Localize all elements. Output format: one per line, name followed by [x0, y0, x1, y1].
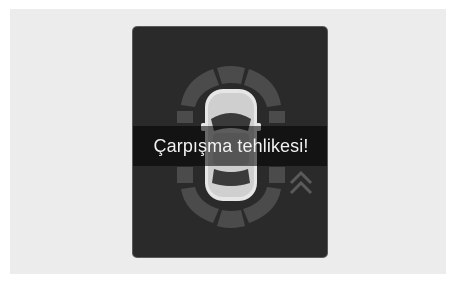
- approach-chevron-icon: [289, 170, 313, 195]
- collision-warning-text: Çarpışma tehlikesi!: [153, 135, 309, 156]
- front-corner-right: [269, 111, 285, 123]
- rear-zone-center: [217, 210, 245, 228]
- cluster-display: Çarpışma tehlikesi!: [132, 26, 328, 258]
- collision-warning-banner: Çarpışma tehlikesi!: [133, 126, 327, 166]
- rear-corner-left: [177, 167, 193, 183]
- front-corner-left: [177, 111, 193, 123]
- front-zone-center-left: [217, 66, 245, 84]
- rear-corner-right: [269, 167, 285, 183]
